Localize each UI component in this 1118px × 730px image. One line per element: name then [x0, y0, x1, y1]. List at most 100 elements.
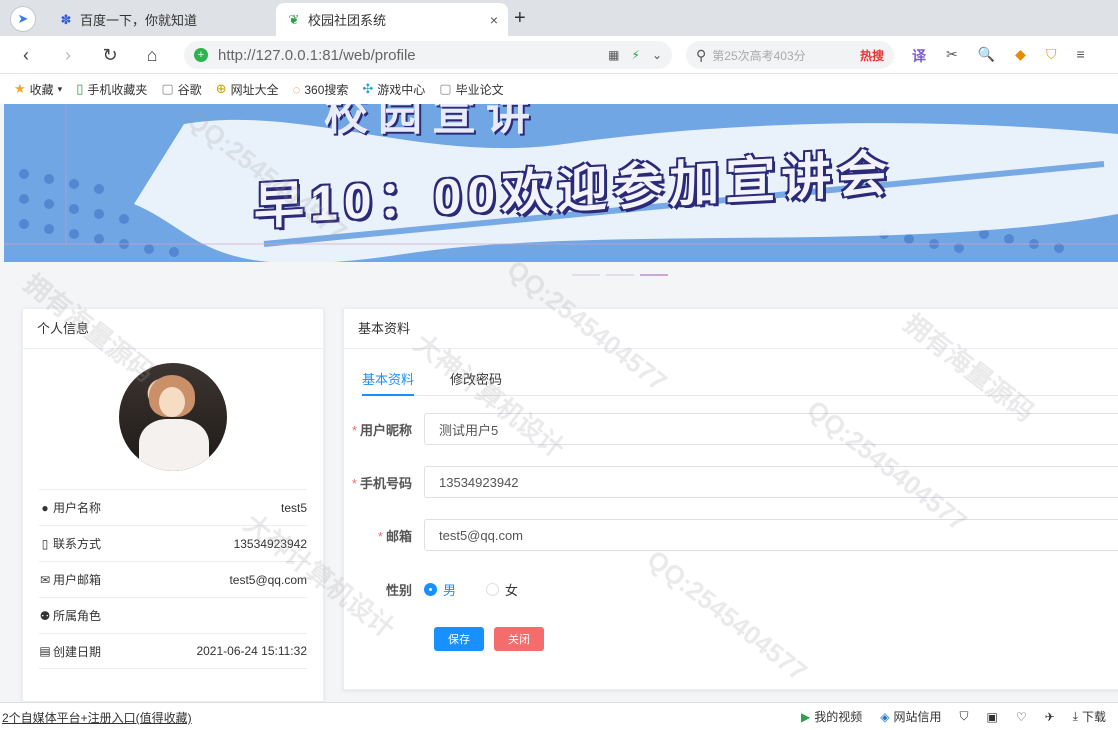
carousel-dot[interactable]: [572, 274, 600, 276]
hot-search-badge[interactable]: 热搜: [860, 47, 884, 64]
form-row-gender: 性别 男 女: [344, 573, 548, 605]
profile-info-card: 个人信息 ● 用户名称 test5 ▯ 联系方式 13534923942 ✉ 用户邮箱…: [22, 308, 324, 702]
info-label: 创建日期: [53, 644, 102, 659]
paw-icon: ✽: [60, 11, 72, 27]
status-promo-link[interactable]: 2个自媒体平台+注册入口(值得收藏): [2, 709, 192, 726]
group-icon: ⚉: [39, 608, 51, 623]
status-my-video[interactable]: ▶ 我的视频: [801, 708, 862, 725]
tab-label: 校园社团系统: [308, 13, 387, 28]
basic-info-card: 基本资料 基本资料 修改密码 * 用户昵称 测试用户5 * 手机号码 1353492…: [343, 308, 1118, 690]
bookmark-google[interactable]: ▢ 谷歌: [161, 81, 201, 98]
bookmark-games[interactable]: ✣ 游戏中心: [362, 81, 425, 98]
heart-icon: ♡: [1015, 709, 1027, 724]
scissors-icon[interactable]: ✂: [946, 46, 958, 66]
gender-radio-female[interactable]: 女: [486, 580, 518, 599]
chevron-down-icon[interactable]: ⌄: [652, 48, 662, 62]
bookmark-label: 毕业论文: [455, 82, 504, 97]
banner-carousel[interactable]: 校园宣讲 早10：00欢迎参加宣讲会: [4, 104, 1118, 262]
carousel-dot[interactable]: [606, 274, 634, 276]
calendar-icon: ▤: [39, 644, 51, 658]
browser-toolbar: ‹ › ↻ ⌂ + http://127.0.0.1:81/web/profil…: [0, 36, 1118, 74]
bookmark-label: 手机收藏夹: [87, 82, 148, 97]
field-label: * 用户昵称: [351, 422, 412, 438]
bookmark-sites[interactable]: ⊕ 网址大全: [216, 81, 279, 98]
info-label: 联系方式: [53, 537, 102, 551]
bookmark-thesis[interactable]: ▢ 毕业论文: [439, 81, 503, 98]
tabs-divider: [362, 395, 1118, 396]
navigation-logo-icon[interactable]: ➤: [10, 6, 36, 32]
magnifier-icon[interactable]: 🔍: [978, 46, 995, 66]
search-input[interactable]: 第25次高考403分: [712, 47, 860, 64]
bookmark-mobile[interactable]: ▯ 手机收藏夹: [76, 81, 147, 98]
status-image[interactable]: ▣: [987, 710, 998, 724]
status-items: ▶ 我的视频 ◈ 网站信用 ⛉ ▣ ♡ ✈ ⤓ 下载: [801, 708, 1106, 725]
gamepad-icon: ✣: [362, 81, 374, 96]
bookmark-360[interactable]: ◌ 360搜索: [293, 81, 349, 98]
star-icon: ★: [14, 81, 26, 96]
info-row-created: ▤ 创建日期 2021-06-24 15:11:32: [39, 633, 307, 669]
shield-icon[interactable]: ⛉: [1046, 46, 1057, 66]
search-box[interactable]: ⚲ 第25次高考403分 热搜: [686, 41, 894, 69]
extension-icons: 译 ✂ 🔍 ◆ ⛉ ≡: [912, 46, 1085, 66]
bookmark-favorites[interactable]: ★ 收藏 ▾: [14, 81, 62, 98]
leaf-icon: ❦: [288, 11, 300, 27]
grid-icon[interactable]: ▦: [608, 48, 619, 62]
bookmark-label: 游戏中心: [377, 82, 426, 97]
field-label: * 手机号码: [351, 475, 412, 491]
rocket-icon: ✈: [1044, 709, 1055, 724]
radio-checked-icon: [424, 582, 437, 596]
banner-headline-top: 校园宣讲: [324, 104, 540, 139]
field-label: * 邮箱: [377, 528, 412, 544]
carousel-dot-active[interactable]: [640, 274, 668, 276]
browser-tab-baidu[interactable]: ✽ 百度一下，你就知道: [48, 3, 276, 36]
video-icon: ▶: [800, 709, 811, 724]
translate-icon[interactable]: 译: [912, 46, 926, 66]
status-shield[interactable]: ⛉: [959, 709, 968, 724]
download-icon: ⤓: [1072, 709, 1078, 723]
page-content: 校园宣讲 早10：00欢迎参加宣讲会 个人信息 ● 用户名称 test5 ▯ 联系方…: [0, 104, 1118, 702]
active-tab-indicator: [362, 394, 414, 396]
image-icon: ▣: [986, 709, 998, 724]
bookmark-label: 谷歌: [177, 82, 202, 97]
url-text[interactable]: http://127.0.0.1:81/web/profile: [218, 47, 608, 64]
mobile-icon: ▯: [41, 536, 49, 551]
save-button[interactable]: 保存: [434, 627, 484, 651]
gamepad-icon[interactable]: ◆: [1015, 46, 1026, 66]
address-bar[interactable]: + http://127.0.0.1:81/web/profile ▦ ⚡ ⌄: [184, 41, 672, 69]
new-tab-button[interactable]: +: [514, 7, 526, 29]
close-tab-icon[interactable]: ×: [490, 12, 498, 28]
lightning-icon[interactable]: ⚡: [632, 48, 640, 62]
home-icon[interactable]: ⌂: [140, 43, 164, 67]
forward-icon[interactable]: ›: [56, 43, 80, 67]
status-heart[interactable]: ♡: [1016, 710, 1027, 724]
close-button[interactable]: 关闭: [494, 627, 544, 651]
back-icon[interactable]: ‹: [14, 43, 38, 67]
tab-change-password[interactable]: 修改密码: [450, 369, 502, 398]
chevron-down-icon: ▾: [57, 83, 63, 94]
document-icon: ▢: [161, 81, 174, 96]
bookmark-label: 360搜索: [304, 82, 349, 97]
status-label: 网站信用: [893, 710, 942, 724]
search-icon: ◌: [292, 81, 301, 97]
status-rocket[interactable]: ✈: [1045, 710, 1055, 724]
form-row-phone: * 手机号码 13534923942: [344, 466, 1118, 498]
nickname-input[interactable]: 测试用户5: [424, 413, 1118, 445]
gender-radio-male[interactable]: 男: [424, 580, 456, 599]
status-label: 我的视频: [814, 710, 863, 724]
menu-icon[interactable]: ≡: [1076, 46, 1084, 66]
info-row-email: ✉ 用户邮箱 test5@qq.com: [39, 561, 307, 597]
form-row-email: * 邮箱 test5@qq.com: [344, 519, 1118, 551]
status-site-credit[interactable]: ◈ 网站信用: [880, 708, 941, 725]
form-actions: 保存 关闭: [344, 627, 554, 651]
browser-tab-campus[interactable]: ❦ 校园社团系统 ×: [276, 3, 508, 36]
email-input[interactable]: test5@qq.com: [424, 519, 1118, 551]
status-download[interactable]: ⤓ 下载: [1073, 708, 1106, 725]
card-title: 基本资料: [344, 309, 1118, 349]
radio-unchecked-icon: [486, 582, 500, 596]
info-row-username: ● 用户名称 test5: [39, 489, 307, 525]
reload-icon[interactable]: ↻: [98, 43, 122, 67]
globe-icon: ⊕: [215, 81, 227, 96]
phone-input[interactable]: 13534923942: [424, 466, 1118, 498]
info-row-role: ⚉ 所属角色: [39, 597, 307, 633]
info-value: 13534923942: [233, 536, 307, 551]
